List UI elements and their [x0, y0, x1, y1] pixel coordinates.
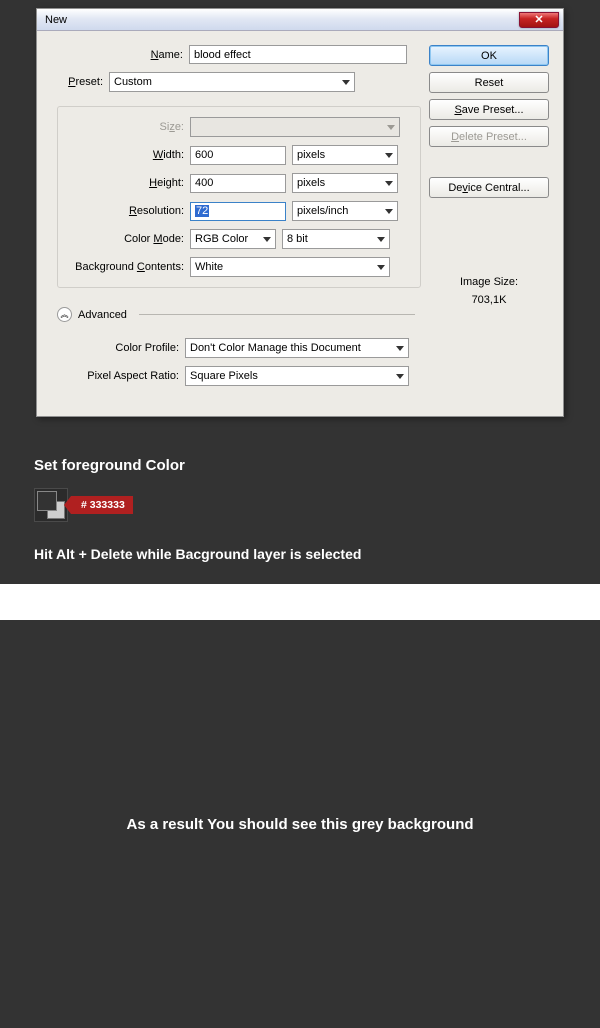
chevron-down-icon [385, 209, 393, 214]
chevron-down-icon [377, 265, 385, 270]
label-color-profile: Color Profile: [57, 342, 185, 354]
label-preset: Preset: [51, 76, 109, 88]
label-pixel-ratio: Pixel Aspect Ratio: [57, 370, 185, 382]
chevron-down-icon [263, 237, 271, 242]
ok-button[interactable]: OK [429, 45, 549, 66]
chevron-down-icon [342, 80, 350, 85]
resolution-unit-select[interactable]: pixels/inch [292, 201, 398, 221]
step-tip: Hit Alt + Delete while Bacground layer i… [34, 546, 566, 562]
step-heading: Set foreground Color [34, 457, 566, 474]
reset-button[interactable]: Reset [429, 72, 549, 93]
label-resolution: Resolution: [68, 205, 190, 217]
advanced-group: ︽ Advanced Color Profile: Don't Color Ma… [51, 300, 421, 400]
chevron-down-icon [385, 181, 393, 186]
chevron-down-icon [396, 346, 404, 351]
titlebar[interactable]: New ✕ [37, 9, 563, 31]
chevron-down-icon [377, 237, 385, 242]
chevron-down-icon [385, 153, 393, 158]
dimensions-group: Size: Width: pixels [57, 106, 421, 288]
advanced-label: Advanced [78, 309, 127, 321]
bg-contents-select[interactable]: White [190, 257, 390, 277]
label-size: Size: [68, 121, 190, 133]
foreground-swatch [37, 491, 57, 511]
bit-depth-select[interactable]: 8 bit [282, 229, 390, 249]
pixel-ratio-select[interactable]: Square Pixels [185, 366, 409, 386]
result-preview: As a result You should see this grey bac… [0, 620, 600, 1028]
image-size-value: 703,1K [429, 294, 549, 306]
close-icon[interactable]: ✕ [519, 12, 559, 28]
label-color-mode: Color Mode: [68, 233, 190, 245]
width-input[interactable] [190, 146, 286, 165]
color-swatch[interactable] [34, 488, 68, 522]
preset-select[interactable]: Custom [109, 72, 355, 92]
image-size-label: Image Size: [429, 276, 549, 288]
height-unit-select[interactable]: pixels [292, 173, 398, 193]
color-mode-select[interactable]: RGB Color [190, 229, 276, 249]
resolution-input[interactable]: 72 [190, 202, 286, 221]
result-caption: As a result You should see this grey bac… [126, 816, 473, 833]
width-unit-select[interactable]: pixels [292, 145, 398, 165]
dialog-area: New ✕ Name: Preset: C [0, 0, 600, 437]
height-input[interactable] [190, 174, 286, 193]
size-select [190, 117, 400, 137]
color-profile-select[interactable]: Don't Color Manage this Document [185, 338, 409, 358]
label-height: Height: [68, 177, 190, 189]
save-preset-button[interactable]: Save Preset... [429, 99, 549, 120]
delete-preset-button: Delete Preset... [429, 126, 549, 147]
divider-bar [0, 584, 600, 620]
device-central-button[interactable]: Device Central... [429, 177, 549, 198]
chevron-down-icon [396, 374, 404, 379]
label-name: Name: [51, 49, 189, 61]
titlebar-text: New [45, 14, 67, 26]
collapse-icon[interactable]: ︽ [57, 307, 72, 322]
label-bg-contents: Background Contents: [68, 261, 190, 273]
label-width: Width: [68, 149, 190, 161]
chevron-down-icon [387, 125, 395, 130]
name-input[interactable] [189, 45, 407, 64]
hex-annotation: # 333333 [71, 496, 133, 514]
new-document-dialog: New ✕ Name: Preset: C [36, 8, 564, 417]
